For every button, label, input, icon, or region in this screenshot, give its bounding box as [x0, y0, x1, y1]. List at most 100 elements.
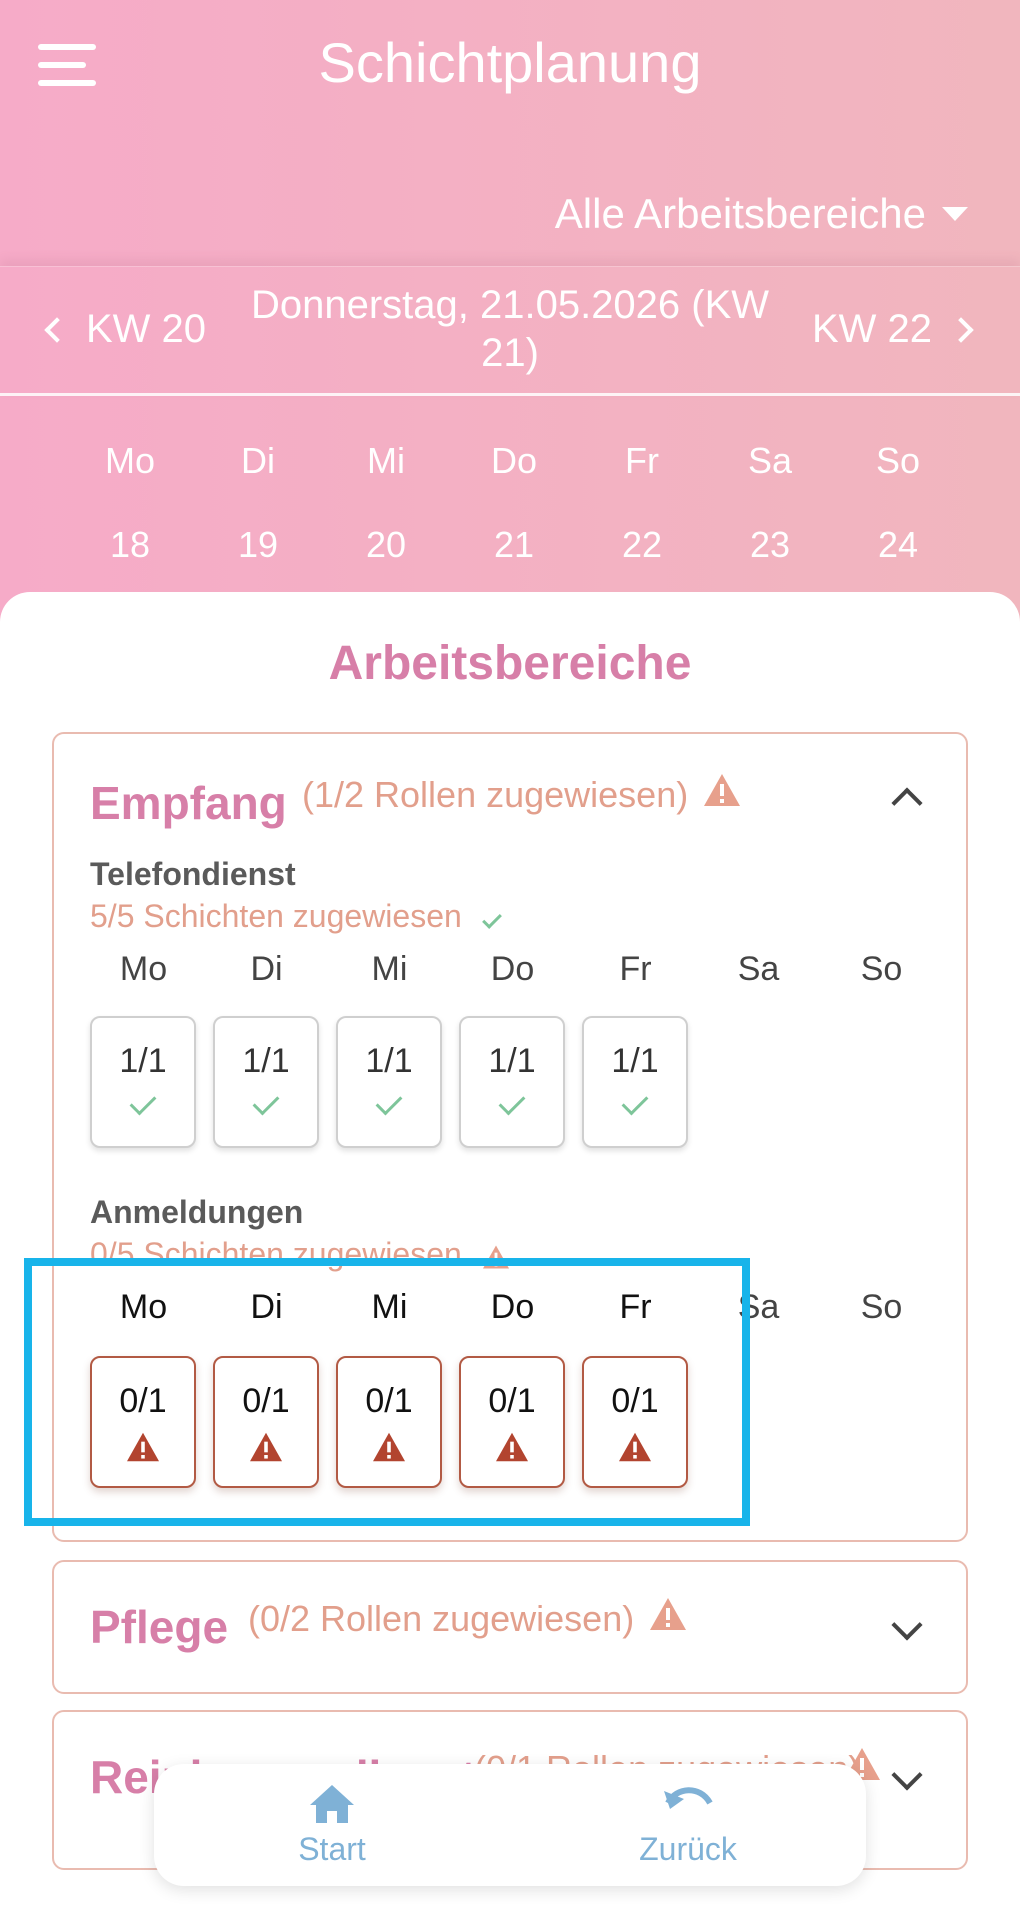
start-tab[interactable]: Start: [182, 1783, 482, 1868]
role-weekday: Mi: [371, 950, 408, 988]
role-weekday: So: [860, 1288, 903, 1326]
date-label[interactable]: 24: [834, 524, 962, 566]
role-name: Anmeldungen: [90, 1194, 304, 1230]
slot-count: 0/1: [119, 1382, 167, 1420]
shift-slot[interactable]: 0/1: [336, 1356, 442, 1488]
chevron-left-icon: [44, 316, 70, 343]
warning-icon: [373, 1432, 405, 1462]
dropdown-caret-icon: [942, 207, 968, 221]
date-label[interactable]: 20: [322, 524, 450, 566]
warning-icon: [482, 1244, 509, 1269]
role-weekday: So: [860, 950, 903, 988]
date-label[interactable]: 22: [578, 524, 706, 566]
home-icon: [310, 1784, 354, 1823]
warning-icon: [704, 774, 740, 806]
shift-slot[interactable]: 1/1: [459, 1016, 565, 1148]
role-weekday: Do: [490, 950, 535, 988]
slot-count: 0/1: [242, 1382, 290, 1420]
check-icon: [481, 908, 502, 929]
back-tab-label: Zurück: [639, 1830, 737, 1867]
area-card-empfang: Empfang (1/2 Rollen zugewiesen) Telefond…: [52, 732, 968, 1542]
slot-count: 1/1: [488, 1042, 536, 1080]
slot-count: 0/1: [611, 1382, 659, 1420]
next-week-button[interactable]: KW 22: [811, 307, 974, 352]
slot-count: 1/1: [242, 1042, 290, 1080]
weekday-label[interactable]: Do: [450, 440, 578, 482]
shift-slot[interactable]: 0/1: [459, 1356, 565, 1488]
role-name: Telefondienst: [90, 856, 296, 892]
previous-week-label: KW 20: [86, 307, 207, 351]
check-icon: [252, 1088, 280, 1116]
previous-week-button[interactable]: KW 20: [44, 307, 207, 352]
role-weekday: Di: [250, 1288, 283, 1326]
expand-chevron-icon[interactable]: [891, 1759, 923, 1791]
role-status-text: 5/5 Schichten zugewiesen: [90, 898, 462, 934]
slot-count: 1/1: [365, 1042, 413, 1080]
shift-slot[interactable]: 1/1: [213, 1016, 319, 1148]
weekday-label[interactable]: Di: [194, 440, 322, 482]
work-areas-sheet: Arbeitsbereiche Empfang (1/2 Rollen zuge…: [0, 592, 1020, 1920]
shift-slots: 0/1 0/1 0/1 0/1 0/1: [90, 1356, 705, 1488]
collapse-chevron-icon[interactable]: [891, 787, 923, 819]
shift-slot[interactable]: 1/1: [90, 1016, 196, 1148]
weekday-label[interactable]: Mi: [322, 440, 450, 482]
warning-icon: [250, 1432, 282, 1462]
area-filter-label: Alle Arbeitsbereiche: [554, 190, 926, 237]
date-label[interactable]: 21: [450, 524, 578, 566]
shift-slot[interactable]: 1/1: [336, 1016, 442, 1148]
role-weekday: Sa: [737, 1288, 780, 1326]
shift-slot[interactable]: 0/1: [90, 1356, 196, 1488]
warning-icon: [619, 1432, 651, 1462]
warning-icon: [650, 1598, 686, 1630]
role-weekday: Di: [250, 950, 283, 988]
start-tab-label: Start: [298, 1830, 366, 1867]
slot-count: 0/1: [365, 1382, 413, 1420]
weekday-label[interactable]: So: [834, 440, 962, 482]
current-date-label: Donnerstag, 21.05.2026 (KW 21): [250, 283, 770, 375]
role-weekday: Mo: [119, 950, 168, 988]
expand-chevron-icon[interactable]: [891, 1609, 923, 1641]
role-weekday: Mi: [371, 1288, 408, 1326]
weekday-label[interactable]: Sa: [706, 440, 834, 482]
area-filter-dropdown[interactable]: Alle Arbeitsbereiche: [555, 190, 968, 238]
area-status: (0/2 Rollen zugewiesen): [248, 1598, 635, 1639]
warning-icon: [127, 1432, 159, 1462]
page-title: Schichtplanung: [318, 31, 702, 94]
slot-count: 0/1: [488, 1382, 536, 1420]
undo-icon: [664, 1786, 713, 1809]
role-weekday: Fr: [619, 1288, 652, 1326]
role-status: 5/5 Schichten zugewiesen: [90, 898, 502, 935]
role-weekday: Do: [490, 1288, 535, 1326]
slot-count: 1/1: [611, 1042, 659, 1080]
check-icon: [129, 1088, 157, 1116]
area-status: (1/2 Rollen zugewiesen): [302, 774, 689, 815]
area-name[interactable]: Empfang: [90, 776, 287, 830]
next-week-label: KW 22: [811, 307, 932, 351]
shift-slot[interactable]: 0/1: [213, 1356, 319, 1488]
role-weekday: Fr: [619, 950, 652, 988]
role-status: 0/5 Schichten zugewiesen: [90, 1236, 511, 1273]
warning-icon: [496, 1432, 528, 1462]
shift-slot[interactable]: 0/1: [582, 1356, 688, 1488]
shift-slots: 1/1 1/1 1/1 1/1 1/1: [90, 1016, 705, 1148]
area-name[interactable]: Pflege: [90, 1600, 228, 1654]
bottom-navigation: Start Zurück: [154, 1764, 866, 1886]
sheet-title: Arbeitsbereiche: [328, 637, 692, 690]
area-card-pflege[interactable]: Pflege (0/2 Rollen zugewiesen): [52, 1560, 968, 1694]
weekday-label[interactable]: Fr: [578, 440, 706, 482]
date-label[interactable]: 23: [706, 524, 834, 566]
weekday-label[interactable]: Mo: [66, 440, 194, 482]
role-weekday: Mo: [119, 1288, 168, 1326]
shift-slot[interactable]: 1/1: [582, 1016, 688, 1148]
check-icon: [621, 1088, 649, 1116]
check-icon: [498, 1088, 526, 1116]
role-weekday: Sa: [737, 950, 780, 988]
date-label[interactable]: 19: [194, 524, 322, 566]
chevron-right-icon: [948, 316, 974, 343]
app-header: Schichtplanung Alle Arbeitsbereiche: [0, 0, 1020, 266]
role-weekday-row: Mo Di Mi Do Fr Sa So: [82, 1288, 943, 1327]
date-label[interactable]: 18: [66, 524, 194, 566]
back-tab[interactable]: Zurück: [538, 1783, 838, 1868]
role-weekday-row: Mo Di Mi Do Fr Sa So: [82, 950, 943, 989]
slot-count: 1/1: [119, 1042, 167, 1080]
